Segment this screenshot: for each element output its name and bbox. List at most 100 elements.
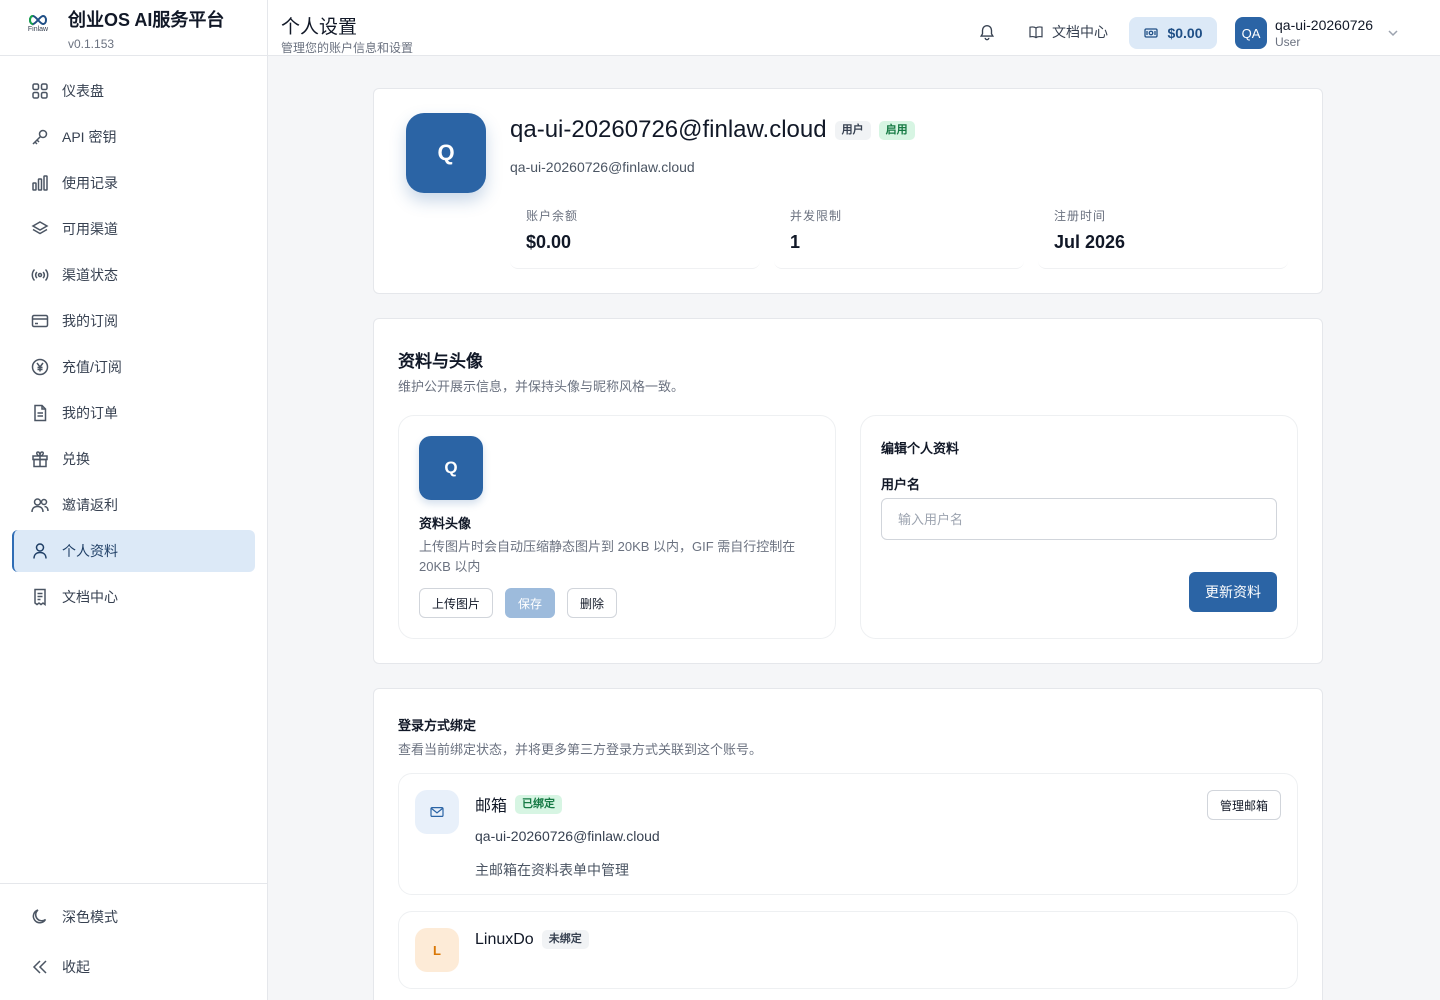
save-avatar-button[interactable]: 保存 [505,588,556,618]
avatar-panel: Q 资料头像 上传图片时会自动压缩静态图片到 20KB 以内，GIF 需自行控制… [398,415,836,639]
signal-icon [31,268,49,282]
edit-profile-panel: 编辑个人资料 用户名 更新资料 [860,415,1298,639]
notifications-button[interactable] [978,22,1000,44]
email-binding-item: 邮箱 已绑定 qa-ui-20260726@finlaw.cloud 主邮箱在资… [398,773,1298,895]
user-icon [33,543,47,559]
book-icon [1029,26,1043,39]
bell-icon [979,25,995,41]
sidebar-item-label: 文档中心 [62,589,118,605]
sidebar: Finlaw 创业OS AI服务平台 v0.1.153 仪表盘 API 密钥 使… [0,0,268,1000]
sidebar-item-referral[interactable]: 邀请返利 [12,484,255,526]
sidebar-item-subscriptions[interactable]: 我的订阅 [12,300,255,342]
stat-value: Jul 2026 [1054,232,1126,252]
sidebar-nav: 仪表盘 API 密钥 使用记录 可用渠道 渠道状态 我的订阅 充值/订阅 我的订… [12,70,255,622]
collapse-label: 收起 [62,959,90,975]
status-badge: 未绑定 [541,930,589,949]
stat-concurrency: 并发限制 1 [774,207,1024,269]
app-title: 创业OS AI服务平台 [68,10,225,30]
user-menu[interactable]: QA qa-ui-20260726 User [1235,17,1399,49]
sidebar-item-api-keys[interactable]: API 密钥 [12,116,255,158]
upload-image-button[interactable]: 上传图片 [419,588,494,618]
sidebar-item-channels[interactable]: 可用渠道 [12,208,255,250]
avatar-label: 资料头像 [419,516,472,531]
profile-summary-card: Q qa-ui-20260726@finlaw.cloud 用户 启用 qa-u… [373,88,1323,294]
gift-icon [32,451,48,468]
profile-name: qa-ui-20260726@finlaw.cloud 用户 启用 [510,116,915,144]
sidebar-item-profile[interactable]: 个人资料 [12,530,255,572]
receipt-icon [34,588,46,606]
page-subtitle: 管理您的账户信息和设置 [281,41,414,55]
docs-link-label: 文档中心 [1052,24,1108,40]
sidebar-item-label: 渠道状态 [62,267,118,283]
sidebar-item-label: 我的订阅 [62,313,118,329]
sidebar-item-label: 可用渠道 [62,221,118,237]
sidebar-item-label: 我的订单 [62,405,118,421]
avatar-actions: 上传图片 保存 删除 [419,588,629,618]
users-icon [31,498,49,513]
linuxdo-icon: L [415,928,459,972]
app-version: v0.1.153 [68,37,115,51]
login-bindings-section: 登录方式绑定 查看当前绑定状态，并将更多第三方登录方式关联到这个账号。 邮箱 已… [373,688,1323,1000]
binding-name: LinuxDo 未绑定 [475,930,589,949]
sidebar-footer: 深色模式 收起 [0,883,267,1000]
sidebar-item-orders[interactable]: 我的订单 [12,392,255,434]
edit-profile-title: 编辑个人资料 [881,441,960,456]
stat-value: $0.00 [526,232,572,252]
sidebar-item-dashboard[interactable]: 仪表盘 [12,70,255,112]
delete-avatar-button[interactable]: 删除 [567,588,618,618]
sidebar-item-label: 邀请返利 [62,497,118,513]
stat-label: 并发限制 [790,209,843,223]
stat-balance: 账户余额 $0.00 [510,207,760,269]
top-header: 个人设置 管理您的账户信息和设置 文档中心 $0.00 QA qa-ui-202… [268,0,1440,56]
layers-icon [31,221,49,235]
chevron-down-icon [1388,30,1398,37]
collapse-sidebar-button[interactable]: 收起 [12,946,255,988]
sidebar-item-label: 仪表盘 [62,83,104,99]
dashboard-icon [32,83,48,99]
binding-name-text: LinuxDo [475,930,534,948]
document-icon [34,404,47,422]
binding-value: qa-ui-20260726@finlaw.cloud [475,828,660,844]
sidebar-item-label: 使用记录 [62,175,118,191]
infinity-logo-icon [29,14,47,26]
binding-name-text: 邮箱 [475,798,508,815]
section-description: 查看当前绑定状态，并将更多第三方登录方式关联到这个账号。 [398,742,763,757]
user-name: qa-ui-20260726 [1275,17,1374,33]
status-badge: 启用 [878,120,915,140]
manage-email-button[interactable]: 管理邮箱 [1207,790,1282,820]
yen-coin-icon [31,358,49,376]
binding-name: 邮箱 已绑定 [475,792,563,816]
avatar-preview: Q [419,436,483,500]
sidebar-item-channel-status[interactable]: 渠道状态 [12,254,255,296]
avatar-hint: 上传图片时会自动压缩静态图片到 20KB 以内，GIF 需自行控制在 20KB … [419,539,796,574]
bar-chart-icon [32,175,48,191]
key-icon [32,129,48,145]
sidebar-item-label: 充值/订阅 [62,359,122,375]
section-description: 维护公开展示信息，并保持头像与昵称风格一致。 [398,379,685,394]
profile-avatar: Q [406,113,486,193]
user-meta: qa-ui-20260726 User [1275,17,1373,49]
status-badge: 已绑定 [515,794,563,814]
profile-name-text: qa-ui-20260726@finlaw.cloud [510,116,827,143]
sidebar-item-usage[interactable]: 使用记录 [12,162,255,204]
wallet-icon [1144,28,1159,38]
binding-note: 主邮箱在资料表单中管理 [475,862,629,878]
sidebar-item-label: API 密钥 [62,129,117,145]
sidebar-item-recharge[interactable]: 充值/订阅 [12,346,255,388]
username-input[interactable] [881,498,1277,540]
moon-icon [32,909,47,924]
sidebar-item-redeem[interactable]: 兑换 [12,438,255,480]
sidebar-item-docs[interactable]: 文档中心 [12,576,255,618]
double-chevron-left-icon [32,960,47,974]
balance-pill[interactable]: $0.00 [1129,17,1217,49]
user-role: User [1275,35,1301,49]
stat-value: 1 [790,232,801,252]
stat-label: 注册时间 [1054,209,1107,223]
linuxdo-binding-item: L LinuxDo 未绑定 [398,911,1298,989]
docs-center-link[interactable]: 文档中心 [1028,22,1108,42]
dark-mode-label: 深色模式 [62,909,118,925]
dark-mode-toggle[interactable]: 深色模式 [12,896,255,938]
update-profile-button[interactable]: 更新资料 [1189,572,1277,612]
sidebar-item-label: 个人资料 [62,543,118,559]
section-title: 资料与头像 [398,352,483,371]
